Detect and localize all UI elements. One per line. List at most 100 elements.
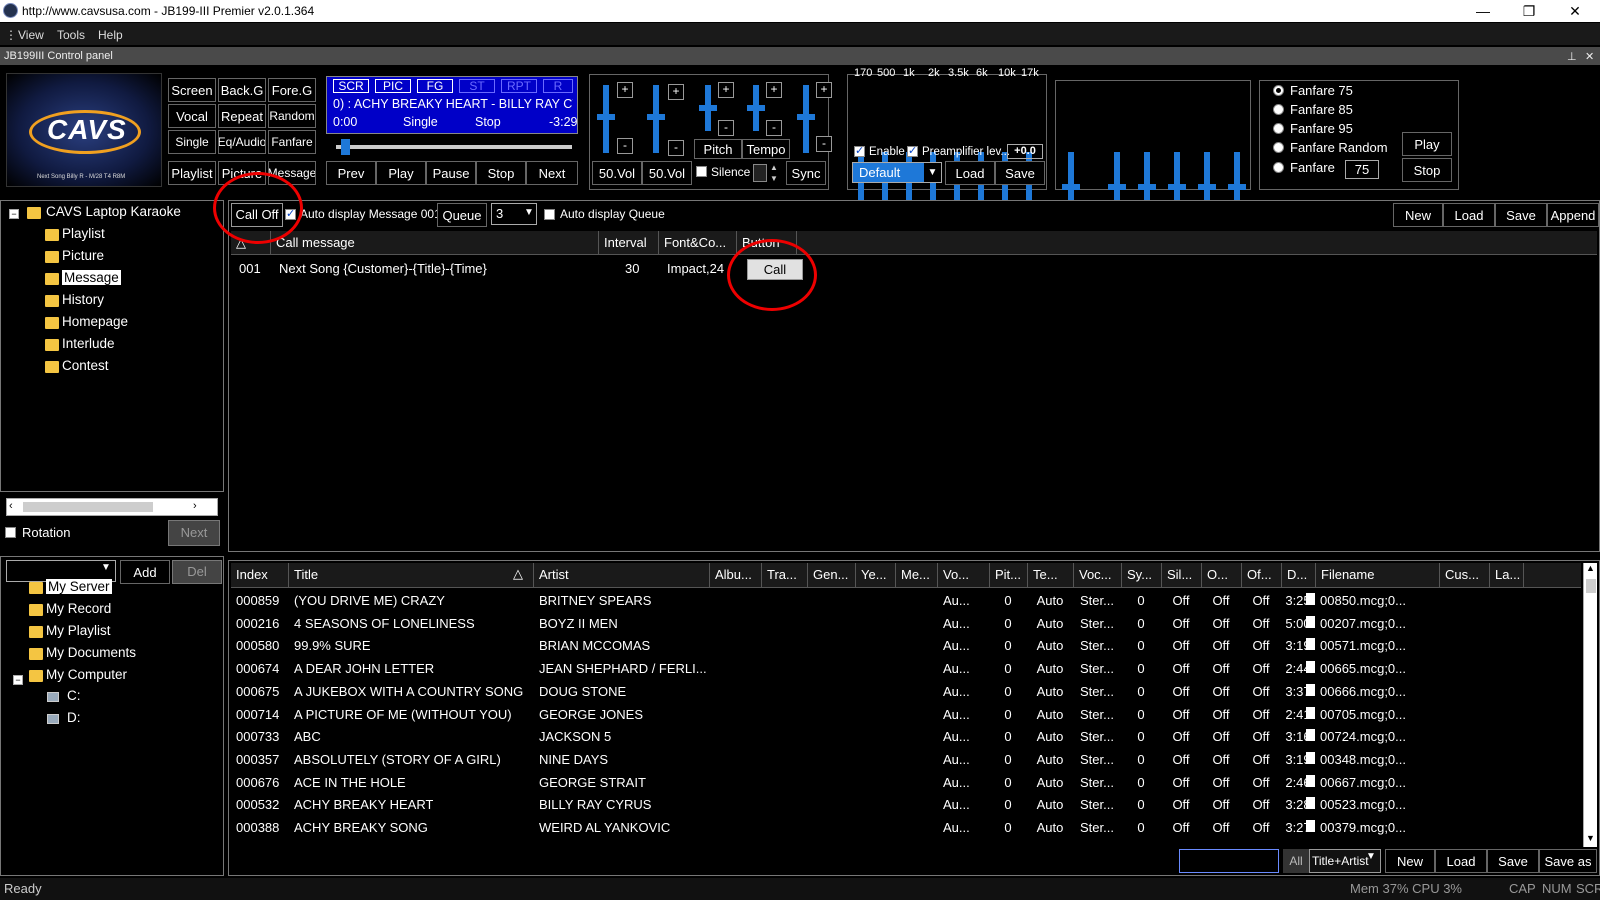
song-header-9[interactable]: Pit... <box>990 563 1028 587</box>
tempo-button[interactable]: Tempo <box>742 139 790 159</box>
pitch-button[interactable]: Pitch <box>694 139 742 159</box>
playlist-button[interactable]: Playlist <box>168 161 216 185</box>
screen-button[interactable]: Screen <box>168 78 216 102</box>
tempo-plus-button[interactable]: + <box>766 82 782 98</box>
message-load-button[interactable]: Load <box>1443 203 1495 227</box>
table-row[interactable]: 000675 A JUKEBOX WITH A COUNTRY SONG DOUG … <box>231 681 1581 703</box>
foreground-button[interactable]: Fore.G <box>268 78 316 102</box>
tree-item-playlist[interactable]: Playlist <box>62 226 105 241</box>
header-interval[interactable]: Interval <box>599 231 659 255</box>
song-header-19[interactable]: La... <box>1490 563 1524 587</box>
song-header-13[interactable]: Sil... <box>1162 563 1202 587</box>
fanfare-custom-input[interactable]: 75 <box>1345 160 1379 179</box>
song-header-12[interactable]: Sy... <box>1122 563 1162 587</box>
table-row[interactable]: 000859 (YOU DRIVE ME) CRAZY BRITNEY SPEARS… <box>231 590 1581 612</box>
restore-icon[interactable]: ❐ <box>1506 0 1552 22</box>
fanfare-85-radio[interactable] <box>1273 104 1284 115</box>
tree-item-message[interactable]: Message <box>62 270 121 285</box>
vol2-minus-button[interactable]: - <box>668 140 684 156</box>
song-header-3[interactable]: Albu... <box>710 563 762 587</box>
lcd-tag-st[interactable]: ST <box>459 79 495 93</box>
vocal-button[interactable]: Vocal <box>168 104 216 128</box>
tree-item-history[interactable]: History <box>62 292 104 307</box>
song-header-17[interactable]: Filename <box>1316 563 1440 587</box>
chevron-down-icon[interactable]: ▼ <box>924 163 941 182</box>
track-thumb-2[interactable] <box>1138 184 1156 190</box>
track-thumb-5[interactable] <box>1228 184 1246 190</box>
list-save-as-button[interactable]: Save as <box>1539 849 1597 873</box>
fanfare-75-radio[interactable] <box>1273 85 1284 96</box>
menu-tools[interactable]: Tools <box>57 28 85 42</box>
eq-load-button[interactable]: Load <box>945 161 995 185</box>
tree-item-homepage[interactable]: Homepage <box>62 314 128 329</box>
tree-item-interlude[interactable]: Interlude <box>62 336 115 351</box>
scroll-up-icon[interactable]: ▲ <box>1586 563 1595 573</box>
pin-icon[interactable]: ⊥ <box>1567 50 1577 63</box>
vol1-thumb[interactable] <box>597 114 615 120</box>
pitch-minus-button[interactable]: - <box>718 120 734 136</box>
song-header-2[interactable]: Artist <box>534 563 710 587</box>
tempo-minus-button[interactable]: - <box>766 120 782 136</box>
fanfare-stop-button[interactable]: Stop <box>1402 158 1452 182</box>
seek-thumb[interactable] <box>340 139 350 155</box>
drive-c[interactable]: C: <box>67 688 81 703</box>
header-font[interactable]: Font&Co... <box>659 231 737 255</box>
stop-button[interactable]: Stop <box>476 161 526 185</box>
tree-item-contest[interactable]: Contest <box>62 358 109 373</box>
tree-root[interactable]: CAVS Laptop Karaoke <box>46 204 181 219</box>
song-header-10[interactable]: Te... <box>1028 563 1074 587</box>
rotation-next-button[interactable]: Next <box>168 520 220 546</box>
single-button[interactable]: Single <box>168 130 216 154</box>
random-button[interactable]: Random <box>268 104 316 128</box>
drive-d[interactable]: D: <box>67 710 81 725</box>
tree-item-my-documents[interactable]: My Documents <box>46 645 136 660</box>
vol2-plus-button[interactable]: + <box>668 84 684 100</box>
preamp-value[interactable]: +0.0 <box>1007 144 1043 159</box>
silence-checkbox[interactable] <box>696 166 707 177</box>
scroll-left-icon[interactable]: ‹ <box>9 500 13 512</box>
table-row[interactable]: 000580 99.9% SURE BRIAN MCCOMAS Au... 0 Auto S… <box>231 635 1581 657</box>
tree-item-my-server[interactable]: My Server <box>46 579 112 594</box>
background-button[interactable]: Back.G <box>218 78 266 102</box>
tree-item-my-record[interactable]: My Record <box>46 601 111 616</box>
table-row[interactable]: 000357 ABSOLUTELY (STORY OF A GIRL) NINE D… <box>231 749 1581 771</box>
message-new-button[interactable]: New <box>1393 203 1443 227</box>
message-append-button[interactable]: Append <box>1547 203 1599 227</box>
pause-button[interactable]: Pause <box>426 161 476 185</box>
vertical-scrollbar[interactable]: ▲ ▼ <box>1583 563 1597 847</box>
play-button[interactable]: Play <box>376 161 426 185</box>
add-button[interactable]: Add <box>120 560 170 584</box>
table-row[interactable]: 000388 ACHY BREAKY SONG WEIRD AL YANKOVIC A… <box>231 817 1581 839</box>
message-save-button[interactable]: Save <box>1495 203 1547 227</box>
track-thumb-1[interactable] <box>1108 184 1126 190</box>
queue-chevron-icon[interactable]: ▼ <box>524 207 534 218</box>
scroll-right-icon[interactable]: › <box>193 500 197 512</box>
menu-view[interactable]: View <box>18 28 44 42</box>
lcd-tag-r[interactable]: R <box>543 79 573 93</box>
seek-track[interactable] <box>336 145 572 149</box>
header-call-message[interactable]: Call message <box>271 231 599 255</box>
song-header-1[interactable]: Title <box>289 563 534 587</box>
tree-item-my-computer[interactable]: My Computer <box>46 667 127 682</box>
tree-item-picture[interactable]: Picture <box>62 248 104 263</box>
prev-button[interactable]: Prev <box>326 161 376 185</box>
fanfare-play-button[interactable]: Play <box>1402 132 1452 156</box>
song-header-7[interactable]: Me... <box>896 563 938 587</box>
song-header-8[interactable]: Vo... <box>938 563 990 587</box>
next-button[interactable]: Next <box>526 161 578 185</box>
minimize-icon[interactable]: — <box>1460 0 1506 22</box>
vscroll-thumb[interactable] <box>1586 579 1596 593</box>
fanfare-95-radio[interactable] <box>1273 123 1284 134</box>
filter-chevron-icon[interactable]: ▼ <box>1366 851 1376 862</box>
preamp-checkbox[interactable] <box>907 144 918 157</box>
repeat-button[interactable]: Repeat <box>218 104 266 128</box>
tree-item-my-playlist[interactable]: My Playlist <box>46 623 111 638</box>
fanfare-button[interactable]: Fanfare <box>268 130 316 154</box>
lcd-tag-rpt[interactable]: RPT <box>501 79 537 93</box>
file-tree-chevron-icon[interactable]: ▼ <box>101 562 111 573</box>
sync-thumb[interactable] <box>797 114 815 120</box>
eq-enable-checkbox[interactable] <box>854 144 865 157</box>
rotation-checkbox[interactable] <box>5 527 16 538</box>
my-computer-collapse-icon[interactable]: − <box>13 675 23 685</box>
list-new-button[interactable]: New <box>1385 849 1435 873</box>
